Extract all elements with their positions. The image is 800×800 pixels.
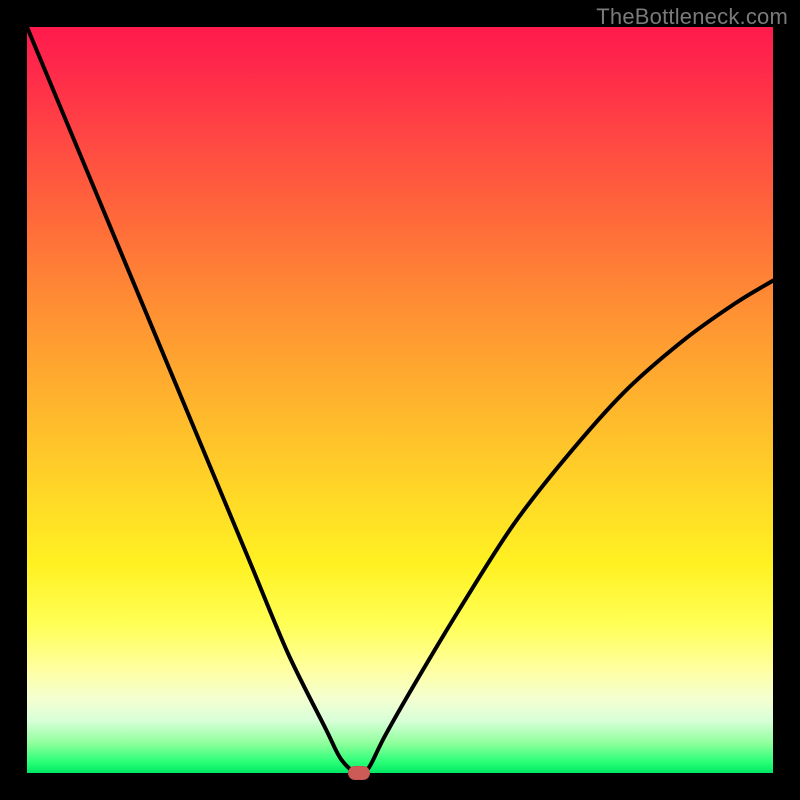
watermark-text: TheBottleneck.com xyxy=(596,4,788,30)
bottleneck-curve xyxy=(27,27,773,773)
optimal-point-marker xyxy=(348,766,370,780)
chart-frame: TheBottleneck.com xyxy=(0,0,800,800)
plot-area xyxy=(27,27,773,773)
